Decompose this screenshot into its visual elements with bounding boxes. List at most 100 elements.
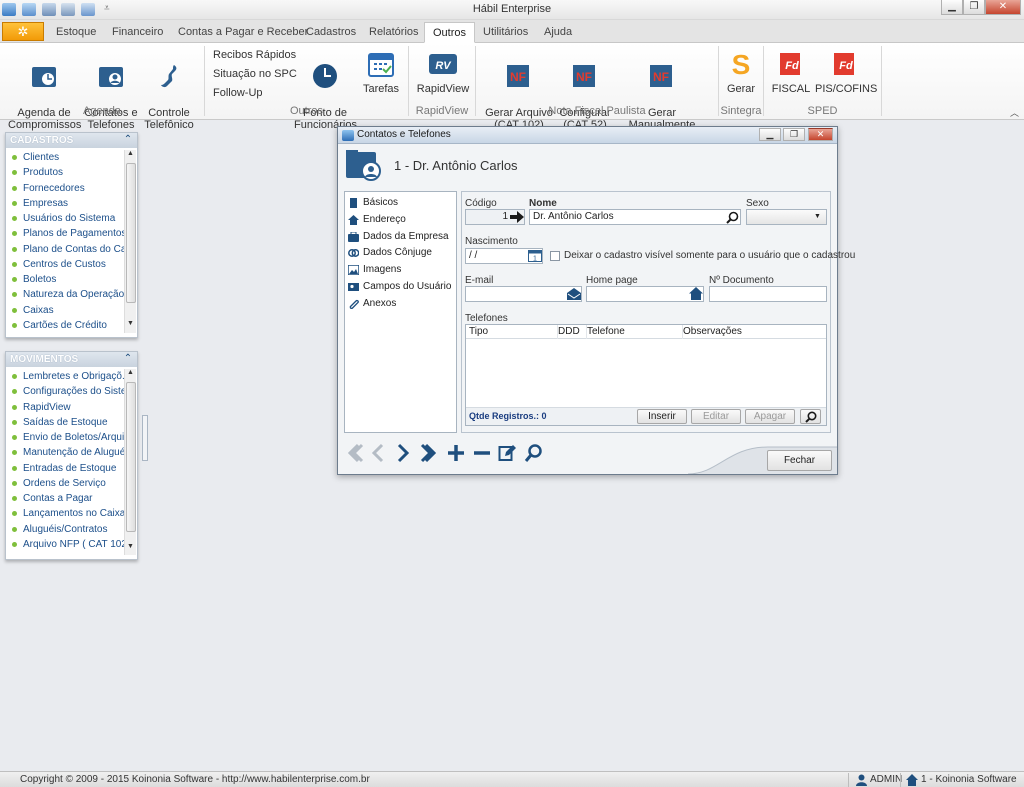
documento-field[interactable] bbox=[709, 286, 827, 302]
arrow-right-icon[interactable] bbox=[510, 211, 524, 223]
movimentos-item[interactable]: Lembretes e Obrigaçõ... bbox=[6, 369, 124, 384]
movimentos-item[interactable]: Manutenção de Alugué... bbox=[6, 445, 124, 460]
cadastros-item[interactable]: Plano de Contas do Ca... bbox=[6, 242, 124, 257]
telefones-label: Telefones bbox=[465, 313, 508, 324]
col-telefone[interactable]: Telefone bbox=[587, 325, 625, 338]
tab-financeiro[interactable]: Financeiro bbox=[104, 22, 171, 43]
movimentos-item[interactable]: Ordens de Serviço bbox=[6, 476, 124, 491]
sintegra-gerar-button[interactable]: S Gerar bbox=[722, 49, 760, 95]
sped-fiscal-button[interactable]: Fd FISCAL bbox=[771, 50, 811, 95]
search-icon[interactable] bbox=[726, 211, 739, 224]
nav-anexos[interactable]: Anexos bbox=[345, 296, 456, 313]
search-record-icon[interactable] bbox=[524, 443, 542, 463]
svg-text:RV: RV bbox=[435, 60, 452, 72]
cadastros-item[interactable]: Centros de Custos bbox=[6, 257, 124, 272]
movimentos-item[interactable]: Arquivo NFP ( CAT 102... bbox=[6, 537, 124, 552]
panel-splitter[interactable] bbox=[142, 415, 148, 461]
tab-cadastros[interactable]: Cadastros bbox=[298, 22, 364, 43]
tab-relatorios[interactable]: Relatórios bbox=[361, 22, 427, 43]
cadastros-item[interactable]: Planos de Pagamentos bbox=[6, 226, 124, 241]
collapse-ribbon-icon[interactable]: ︿ bbox=[1010, 106, 1019, 119]
cadastros-item[interactable]: Natureza da Operação bbox=[6, 287, 124, 302]
nav-imagens[interactable]: Imagens bbox=[345, 262, 456, 279]
cadastros-item[interactable]: Usuários do Sistema bbox=[6, 211, 124, 226]
sintegra-icon: S bbox=[726, 49, 756, 80]
fechar-button[interactable]: Fechar bbox=[767, 450, 832, 471]
dialog-minimize-icon[interactable]: ▁ bbox=[759, 128, 781, 141]
maximize-icon[interactable]: ❐ bbox=[963, 0, 985, 15]
home-icon[interactable] bbox=[689, 287, 703, 300]
movimentos-item[interactable]: RapidView bbox=[6, 400, 124, 415]
movimentos-scrollbar[interactable]: ▲ ▼ bbox=[124, 369, 136, 555]
grid-search-button[interactable] bbox=[800, 409, 821, 424]
scroll-down-icon[interactable]: ▼ bbox=[127, 320, 134, 327]
apagar-button[interactable]: Apagar bbox=[745, 409, 795, 424]
scroll-thumb[interactable] bbox=[126, 382, 136, 532]
cadastros-item[interactable]: Fornecedores bbox=[6, 181, 124, 196]
tab-outros[interactable]: Outros bbox=[424, 22, 476, 43]
movimentos-item[interactable]: Lançamentos no Caixa bbox=[6, 506, 124, 521]
dialog-close-icon[interactable]: ✕ bbox=[808, 128, 833, 141]
dropdown-arrow-icon[interactable]: ▼ bbox=[814, 213, 821, 220]
col-tipo[interactable]: Tipo bbox=[469, 325, 488, 338]
homepage-field[interactable] bbox=[586, 286, 704, 302]
tab-contas-pagar-receber[interactable]: Contas a Pagar e Receber bbox=[170, 22, 316, 43]
movimentos-item[interactable]: Aluguéis/Contratos bbox=[6, 522, 124, 537]
close-icon[interactable]: ✕ bbox=[985, 0, 1021, 15]
inserir-button[interactable]: Inserir bbox=[637, 409, 687, 424]
nav-campos-usuario[interactable]: Campos do Usuário bbox=[345, 279, 456, 296]
nav-dados-conjuge[interactable]: Dados Cônjuge bbox=[345, 245, 456, 262]
nav-dados-empresa[interactable]: Dados da Empresa bbox=[345, 229, 456, 246]
tab-utilitarios[interactable]: Utilitários bbox=[475, 22, 536, 43]
dialog-maximize-icon[interactable]: ❐ bbox=[783, 128, 805, 141]
tarefas-button[interactable]: Tarefas bbox=[362, 50, 400, 95]
app-menu-button[interactable]: ✲ bbox=[2, 22, 44, 41]
situacao-spc-link[interactable]: Situação no SPC bbox=[213, 68, 297, 80]
movimentos-header[interactable]: MOVIMENTOS bbox=[6, 352, 137, 367]
cadastros-item[interactable]: Clientes bbox=[6, 150, 124, 165]
cadastros-item[interactable]: Empresas bbox=[6, 196, 124, 211]
scroll-down-icon[interactable]: ▼ bbox=[127, 543, 134, 550]
email-envelope-icon[interactable] bbox=[567, 288, 581, 300]
rapidview-button[interactable]: RV RapidView bbox=[416, 50, 470, 95]
scroll-thumb[interactable] bbox=[126, 163, 136, 303]
sped-piscofins-button[interactable]: Fd PIS/COFINS bbox=[815, 50, 877, 95]
visivel-checkbox[interactable] bbox=[550, 251, 560, 261]
col-observacoes[interactable]: Observações bbox=[683, 325, 742, 338]
edit-record-icon[interactable] bbox=[498, 443, 516, 463]
calendar-icon[interactable]: 1 bbox=[528, 249, 542, 263]
minimize-icon[interactable]: ▁ bbox=[941, 0, 963, 15]
email-field[interactable] bbox=[465, 286, 582, 302]
next-record-icon[interactable] bbox=[396, 443, 410, 463]
movimentos-item[interactable]: Configurações do Siste... bbox=[6, 384, 124, 399]
prev-record-icon[interactable] bbox=[371, 443, 385, 463]
cadastros-item[interactable]: Boletos bbox=[6, 272, 124, 287]
tab-ajuda[interactable]: Ajuda bbox=[536, 22, 580, 43]
remove-record-icon[interactable] bbox=[472, 443, 492, 463]
first-record-icon[interactable] bbox=[346, 443, 364, 463]
tab-estoque[interactable]: Estoque bbox=[48, 22, 104, 43]
nav-endereco[interactable]: Endereço bbox=[345, 212, 456, 229]
recibos-rapidos-link[interactable]: Recibos Rápidos bbox=[213, 49, 296, 61]
scroll-up-icon[interactable]: ▲ bbox=[127, 150, 134, 157]
movimentos-item[interactable]: Contas a Pagar bbox=[6, 491, 124, 506]
cadastros-item[interactable]: Cartões de Crédito bbox=[6, 318, 124, 333]
editar-button[interactable]: Editar bbox=[691, 409, 741, 424]
collapse-chevron-icon[interactable]: ⌃ bbox=[122, 134, 134, 146]
scroll-up-icon[interactable]: ▲ bbox=[127, 369, 134, 376]
nav-basicos[interactable]: Básicos bbox=[345, 195, 456, 212]
add-record-icon[interactable] bbox=[446, 443, 466, 463]
follow-up-link[interactable]: Follow-Up bbox=[213, 87, 263, 99]
user-icon bbox=[856, 774, 867, 786]
cadastros-item[interactable]: Produtos bbox=[6, 165, 124, 180]
collapse-chevron-icon[interactable]: ⌃ bbox=[122, 353, 134, 365]
cadastros-item[interactable]: Caixas bbox=[6, 303, 124, 318]
cadastros-scrollbar[interactable]: ▲ ▼ bbox=[124, 150, 136, 333]
nome-field[interactable]: Dr. Antônio Carlos bbox=[529, 209, 741, 225]
movimentos-item[interactable]: Entradas de Estoque bbox=[6, 461, 124, 476]
col-ddd[interactable]: DDD bbox=[558, 325, 580, 338]
last-record-icon[interactable] bbox=[420, 443, 438, 463]
cadastros-header[interactable]: CADASTROS bbox=[6, 133, 137, 148]
movimentos-item[interactable]: Saídas de Estoque bbox=[6, 415, 124, 430]
movimentos-item[interactable]: Envio de Boletos/Arqui... bbox=[6, 430, 124, 445]
